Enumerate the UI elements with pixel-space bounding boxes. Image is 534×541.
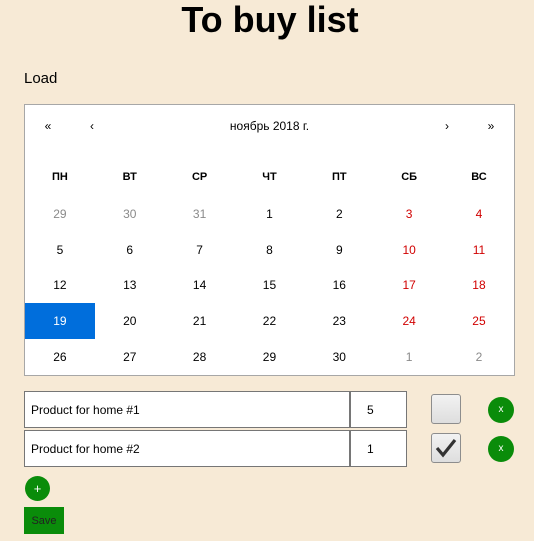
calendar-day[interactable]: 28 [165,339,235,375]
weekday-label: ПТ [331,171,347,183]
weekday-label: СБ [401,171,418,183]
load-link[interactable]: Load [24,70,57,87]
delete-item-button[interactable]: x [488,436,514,462]
calendar-day[interactable]: 9 [304,232,374,268]
item-bought-checkbox[interactable] [431,394,461,424]
weekday-label: ЧТ [262,171,277,183]
item-bought-checkbox[interactable] [431,433,461,463]
calendar-day[interactable]: 14 [165,268,235,304]
calendar-day[interactable]: 12 [25,268,95,304]
calendar-day[interactable]: 17 [374,268,444,304]
prev-year-button[interactable]: « [38,119,58,133]
checkmark-icon [435,439,457,458]
calendar-day[interactable]: 29 [25,196,95,232]
calendar-day[interactable]: 3 [374,196,444,232]
calendar-days: 29 30 31 1 2 3 4 5 6 7 8 9 10 11 12 13 14 15 16 17 18 19 20 21 2… [25,196,514,375]
calendar-day[interactable]: 2 [304,196,374,232]
next-year-button[interactable]: » [481,119,501,133]
weekday-label: ПН [51,171,68,183]
calendar-day[interactable]: 31 [165,196,235,232]
item-quantity-input[interactable] [350,430,407,467]
save-button[interactable]: Save [24,507,64,534]
calendar-day[interactable]: 27 [95,339,165,375]
calendar-day[interactable]: 18 [444,268,514,304]
item-name-input[interactable] [24,391,350,428]
calendar-day[interactable]: 6 [95,232,165,268]
calendar-day[interactable]: 21 [165,303,235,339]
calendar-day[interactable]: 1 [374,339,444,375]
prev-month-button[interactable]: ‹ [82,119,102,133]
calendar-day[interactable]: 30 [95,196,165,232]
calendar-day[interactable]: 2 [444,339,514,375]
calendar-day[interactable]: 4 [444,196,514,232]
calendar-day[interactable]: 22 [235,303,305,339]
calendar: « ‹ ноябрь 2018 г. › » ПН ВТ СР ЧТ ПТ СБ… [24,104,515,376]
item-name-input[interactable] [24,430,350,467]
calendar-day[interactable]: 10 [374,232,444,268]
calendar-day[interactable]: 1 [235,196,305,232]
weekday-header: ПН ВТ СР ЧТ ПТ СБ ВС [25,171,514,183]
calendar-day[interactable]: 25 [444,303,514,339]
item-quantity-input[interactable] [350,391,407,428]
calendar-day[interactable]: 23 [304,303,374,339]
calendar-day-selected[interactable]: 19 [25,303,95,340]
calendar-day[interactable]: 24 [374,303,444,339]
weekday-label: СР [191,171,208,183]
next-month-button[interactable]: › [437,119,457,133]
weekday-label: ВС [471,171,487,183]
add-item-button[interactable]: + [25,476,50,501]
calendar-day[interactable]: 30 [304,339,374,375]
calendar-day[interactable]: 7 [165,232,235,268]
calendar-day[interactable]: 13 [95,268,165,304]
calendar-day[interactable]: 16 [304,268,374,304]
calendar-day[interactable]: 11 [444,232,514,268]
calendar-day[interactable]: 8 [235,232,305,268]
calendar-day[interactable]: 26 [25,339,95,375]
calendar-day[interactable]: 29 [235,339,305,375]
calendar-day[interactable]: 15 [235,268,305,304]
weekday-label: ВТ [122,171,137,183]
delete-item-button[interactable]: x [488,397,514,423]
calendar-day[interactable]: 5 [25,232,95,268]
calendar-day[interactable]: 20 [95,303,165,339]
page-title: To buy list [181,0,359,40]
month-label[interactable]: ноябрь 2018 г. [175,119,364,133]
